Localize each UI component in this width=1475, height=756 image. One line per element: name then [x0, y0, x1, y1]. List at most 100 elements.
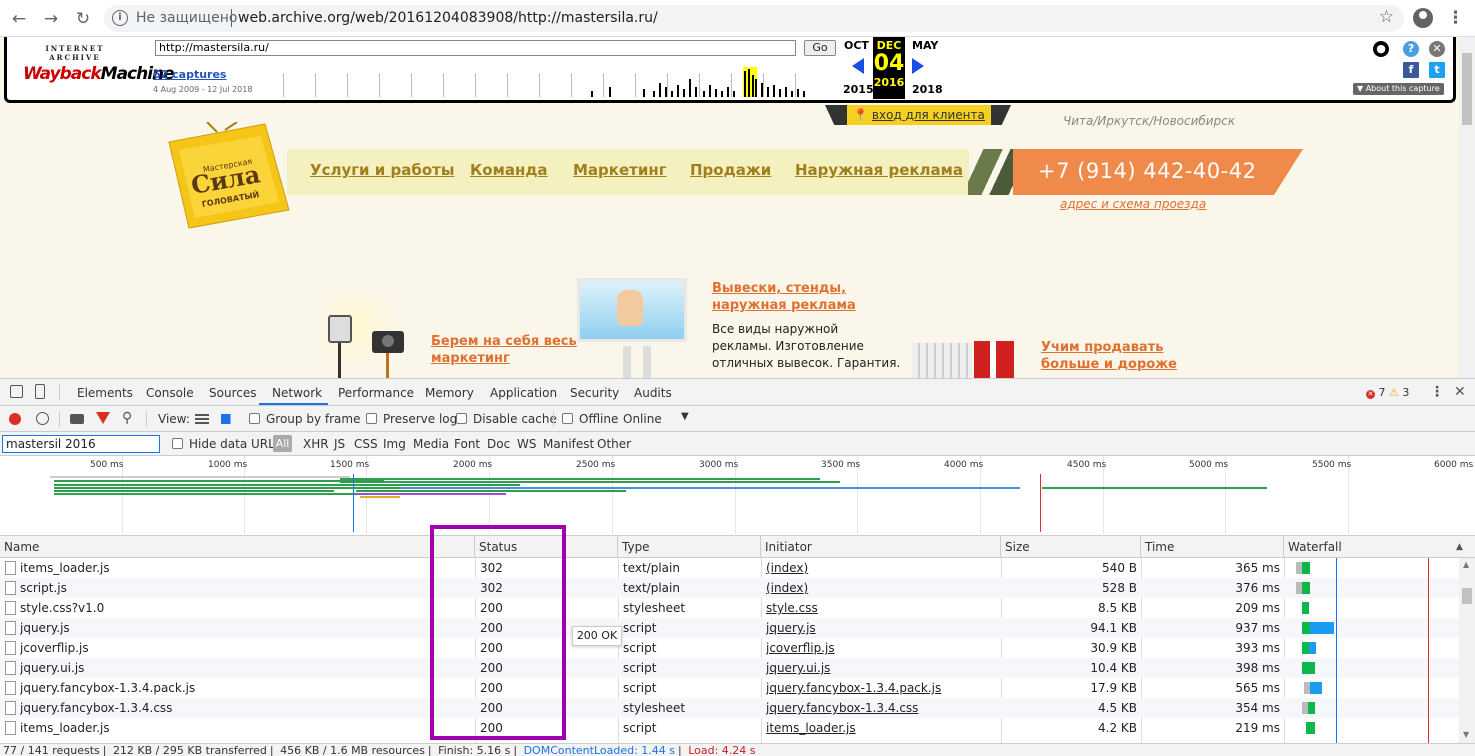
inspect-element-icon[interactable] — [10, 385, 23, 398]
site-logo[interactable]: Мастерская Сила ГОЛОВАТЫЙ — [165, 122, 293, 230]
browser-menu-icon[interactable]: ⋮ — [1447, 8, 1464, 28]
phone-number[interactable]: +7 (914) 442-40-42 — [1038, 159, 1256, 183]
nav-outdoor[interactable]: Наружная реклама — [795, 161, 963, 179]
col-size[interactable]: Size — [1001, 536, 1141, 558]
filter-input[interactable]: mastersil 2016 — [2, 435, 160, 453]
user-icon[interactable]: ● — [1373, 41, 1389, 57]
tab-audits[interactable]: Audits — [634, 386, 672, 400]
cell-initiator[interactable]: jquery.fancybox-1.3.4.css — [766, 698, 996, 718]
cell-name[interactable]: jcoverflip.js — [20, 638, 470, 658]
tab-security[interactable]: Security — [570, 386, 619, 400]
hide-data-urls-label[interactable]: Hide data URLs — [189, 437, 281, 451]
tab-memory[interactable]: Memory — [425, 386, 474, 400]
tab-application[interactable]: Application — [490, 386, 557, 400]
table-row[interactable]: items_loader.js 200 script items_loader.js 4… — [0, 718, 1459, 738]
forward-arrow-icon[interactable]: → — [40, 8, 62, 30]
col-name[interactable]: Name — [0, 536, 475, 558]
clear-icon[interactable] — [36, 412, 49, 425]
disable-cache-label[interactable]: Disable cache — [473, 412, 557, 426]
promo-marketing-title-1[interactable]: Берем на себя весь — [431, 333, 577, 350]
col-time[interactable]: Time — [1141, 536, 1284, 558]
type-filter-media[interactable]: Media — [413, 437, 449, 451]
devtools-close-icon[interactable]: ✕ — [1454, 384, 1466, 400]
type-filter-doc[interactable]: Doc — [487, 437, 510, 451]
login-tab-inner[interactable]: 📍 вход для клиента — [847, 105, 991, 125]
promo-marketing-title-2[interactable]: маркетинг — [431, 350, 510, 367]
type-filter-xhr[interactable]: XHR — [303, 437, 329, 451]
error-warning-counter[interactable]: ✕ 7 ⚠ 3 — [1366, 386, 1409, 399]
scroll-up-icon[interactable]: ▲ — [1463, 560, 1469, 569]
offline-checkbox[interactable] — [562, 413, 573, 424]
cell-name[interactable]: style.css?v1.0 — [20, 598, 470, 618]
throttle-select[interactable]: Online — [623, 412, 662, 426]
cell-initiator[interactable]: (index) — [766, 558, 996, 578]
wayback-prev-arrow-icon[interactable] — [852, 58, 864, 74]
waterfall-view-icon[interactable] — [221, 414, 237, 424]
table-row[interactable]: jquery.fancybox-1.3.4.css 200 stylesheet jq… — [0, 698, 1459, 718]
hide-data-urls-checkbox[interactable] — [172, 438, 183, 449]
cell-name[interactable]: jquery.js — [20, 618, 470, 638]
wayback-prev-month[interactable]: OCT — [844, 39, 869, 52]
table-scrollbar[interactable]: ▲ ▼ — [1459, 558, 1475, 743]
tab-network[interactable]: Network — [272, 386, 322, 400]
cell-name[interactable]: jquery.fancybox-1.3.4.pack.js — [20, 678, 470, 698]
wayback-next-month[interactable]: MAY — [912, 39, 938, 52]
cell-name[interactable]: items_loader.js — [20, 718, 470, 738]
about-capture-button[interactable]: ▼ About this capture — [1353, 83, 1444, 95]
cell-initiator[interactable]: jcoverflip.js — [766, 638, 996, 658]
tab-sources[interactable]: Sources — [209, 386, 256, 400]
wayback-url-input[interactable]: http://mastersila.ru/ — [155, 40, 796, 56]
wayback-prev-year[interactable]: 2015 — [843, 83, 874, 96]
bookmark-star-icon[interactable]: ☆ — [1379, 7, 1394, 27]
preserve-log-checkbox[interactable] — [366, 413, 377, 424]
wayback-captures-link[interactable]: 62 captures — [153, 68, 226, 81]
page-scrollbar[interactable] — [1459, 37, 1475, 378]
tab-performance[interactable]: Performance — [338, 386, 414, 400]
twitter-icon[interactable]: t — [1429, 62, 1445, 78]
tab-elements[interactable]: Elements — [77, 386, 133, 400]
cell-initiator[interactable]: jquery.ui.js — [766, 658, 996, 678]
facebook-icon[interactable]: f — [1403, 62, 1419, 78]
address-bar[interactable]: i Не защищено web.archive.org/web/201612… — [104, 5, 1404, 32]
table-row[interactable]: script.js 302 text/plain (index) 528 B 376 ms — [0, 578, 1459, 598]
cell-initiator[interactable]: style.css — [766, 598, 996, 618]
login-link[interactable]: вход для клиента — [872, 108, 985, 122]
type-filter-other[interactable]: Other — [597, 437, 631, 451]
col-waterfall[interactable]: Waterfall — [1284, 536, 1459, 558]
type-filter-js[interactable]: JS — [334, 437, 345, 451]
page-scrollbar-thumb[interactable] — [1462, 53, 1472, 125]
client-login-tab[interactable]: 📍 вход для клиента — [825, 105, 1011, 125]
filter-icon[interactable] — [96, 412, 110, 424]
table-row[interactable]: jcoverflip.js 200 script jcoverflip.js 30.9 … — [0, 638, 1459, 658]
cell-name[interactable]: jquery.fancybox-1.3.4.css — [20, 698, 470, 718]
table-row[interactable]: style.css?v1.0 200 stylesheet style.css 8.5 … — [0, 598, 1459, 618]
promo-sales-title-1[interactable]: Учим продавать — [1041, 339, 1163, 356]
url-text[interactable]: web.archive.org/web/20161204083908/http:… — [238, 10, 658, 26]
nav-team[interactable]: Команда — [470, 161, 548, 179]
wayback-logo[interactable]: INTERNET ARCHIVE WaybackMachine — [23, 44, 175, 84]
search-icon[interactable]: ⚲ — [122, 410, 132, 426]
nav-services[interactable]: Услуги и работы — [310, 161, 454, 179]
disable-cache-checkbox[interactable] — [456, 413, 467, 424]
wayback-next-year[interactable]: 2018 — [912, 83, 943, 96]
info-icon[interactable]: i — [112, 10, 128, 26]
cell-initiator[interactable]: (index) — [766, 578, 996, 598]
group-by-frame-label[interactable]: Group by frame — [266, 412, 360, 426]
devtools-menu-icon[interactable]: ⋮ — [1430, 384, 1444, 400]
col-type[interactable]: Type — [618, 536, 761, 558]
type-filter-manifest[interactable]: Manifest — [543, 437, 594, 451]
cell-initiator[interactable]: jquery.fancybox-1.3.4.pack.js — [766, 678, 996, 698]
cell-name[interactable]: script.js — [20, 578, 470, 598]
screenshot-icon[interactable] — [70, 414, 84, 424]
account-icon[interactable] — [1413, 8, 1433, 28]
promo-outdoor-title-1[interactable]: Вывески, стенды, — [712, 280, 846, 297]
type-filter-css[interactable]: CSS — [354, 437, 378, 451]
table-scrollbar-thumb[interactable] — [1462, 588, 1472, 604]
network-overview[interactable]: 500 ms 1000 ms 1500 ms 2000 ms 2500 ms 3… — [0, 456, 1475, 536]
throttle-dropdown-icon[interactable]: ▼ — [681, 411, 689, 422]
wayback-go-button[interactable]: Go — [804, 40, 836, 56]
promo-sales-title-2[interactable]: больше и дороже — [1041, 356, 1177, 373]
tab-console[interactable]: Console — [146, 386, 194, 400]
preserve-log-label[interactable]: Preserve log — [383, 412, 457, 426]
table-row[interactable]: items_loader.js 302 text/plain (index) 540 B… — [0, 558, 1459, 578]
